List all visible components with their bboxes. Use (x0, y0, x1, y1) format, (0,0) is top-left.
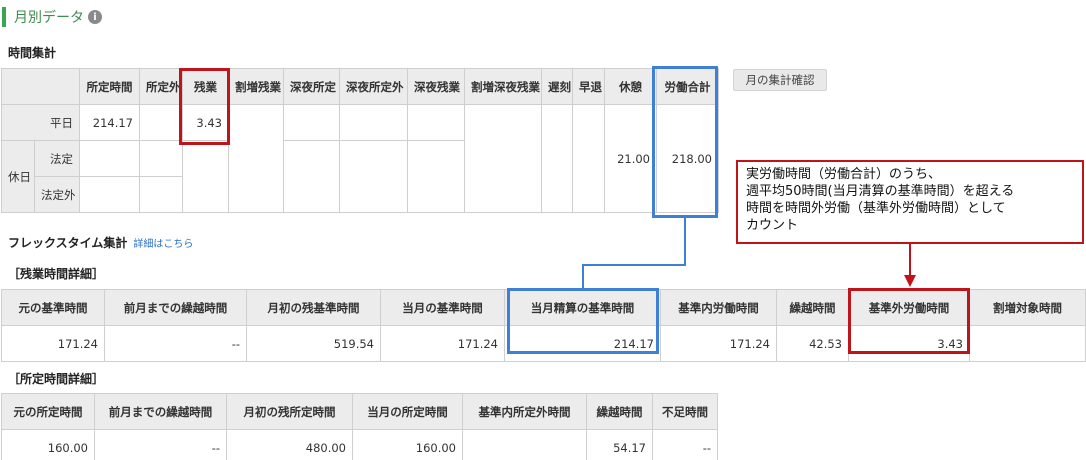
callout-line: カウント (746, 218, 799, 233)
monthly-summary-confirm-button[interactable]: 月の集計確認 (733, 69, 827, 91)
cell (79, 140, 140, 177)
col-header: 遅刻 (541, 68, 573, 105)
cell (572, 104, 605, 213)
table-cell: 160.00 (1, 429, 95, 460)
overtime-detail-heading: ［残業時間詳細］ (8, 267, 105, 281)
row-header-legal: 法定 (34, 140, 80, 177)
blue-connector-line (582, 218, 686, 288)
col-header: 繰越時間 (586, 393, 653, 430)
col-header: 早退 (572, 68, 605, 105)
col-header: 割増対象時間 (969, 289, 1086, 326)
time-summary-table: 所定時間 所定外 残業 割増残業 深夜所定 深夜所定外 深夜残業 割増深夜残業 … (1, 68, 719, 213)
cell (139, 176, 183, 213)
cell (228, 104, 284, 213)
cell (139, 104, 183, 141)
col-header: 基準内労働時間 (660, 289, 777, 326)
col-header: 元の基準時間 (1, 289, 105, 326)
section-title: 月別データ i (2, 6, 102, 28)
work-total: 218.00 (656, 104, 719, 213)
cell (182, 140, 229, 213)
cell (139, 140, 183, 177)
monthly-data-title: 月別データ (14, 10, 84, 26)
col-header: 割増残業 (228, 68, 284, 105)
col-header: 休憩 (604, 68, 657, 105)
header-corner (1, 68, 80, 105)
table-cell: -- (652, 429, 718, 460)
col-header: 基準内所定外時間 (462, 393, 587, 430)
col-header: 繰越時間 (776, 289, 849, 326)
col-header: 月初の残所定時間 (226, 393, 353, 430)
cell (407, 140, 465, 213)
callout-line: 実労働時間（労働合計）のうち、 (746, 167, 942, 182)
row-group-holiday: 休日 (1, 140, 35, 213)
table-cell: 214.17 (504, 325, 661, 362)
col-header: 当月精算の基準時間 (504, 289, 661, 326)
cell (339, 104, 408, 141)
weekday-scheduled: 214.17 (79, 104, 140, 141)
weekday-overtime: 3.43 (182, 104, 229, 141)
annotation-callout: 実労働時間（労働合計）のうち、 週平均50時間(当月清算の基準時間）を超える 時… (736, 160, 1084, 244)
table-cell: 54.17 (586, 429, 653, 460)
row-header-non-legal: 法定外 (34, 176, 80, 213)
table-cell: 42.53 (776, 325, 849, 362)
table-cell: -- (94, 429, 227, 460)
col-header: 所定時間 (79, 68, 140, 105)
table-cell: 3.43 (848, 325, 970, 362)
table-cell (969, 325, 1086, 362)
col-header: 深夜所定 (283, 68, 340, 105)
callout-line: 時間を時間外労働（基準外労働時間）として (746, 201, 1006, 216)
flex-time-title: フレックスタイム集計 (8, 236, 128, 250)
col-header: 残業 (182, 68, 229, 105)
col-header: 前月までの繰越時間 (94, 393, 227, 430)
table-cell (462, 429, 587, 460)
cell (79, 176, 140, 213)
col-header: 当月の基準時間 (380, 289, 505, 326)
overtime-detail-table: 元の基準時間 前月までの繰越時間 月初の残基準時間 当月の基準時間 当月精算の基… (1, 289, 1086, 362)
scheduled-detail-table: 元の所定時間 前月までの繰越時間 月初の残所定時間 当月の所定時間 基準内所定外… (1, 393, 718, 460)
details-link[interactable]: 詳細はこちら (133, 235, 193, 250)
table-cell: 171.24 (380, 325, 505, 362)
cell (407, 104, 465, 141)
cell (283, 140, 340, 213)
cell (339, 140, 408, 213)
time-summary-heading: 時間集計 (8, 46, 57, 60)
cell (464, 104, 542, 213)
scheduled-detail-heading: ［所定時間詳細］ (8, 372, 105, 386)
col-header: 当月の所定時間 (352, 393, 463, 430)
col-header: 前月までの繰越時間 (104, 289, 247, 326)
row-header-weekday: 平日 (1, 104, 80, 141)
section-accent-bar (2, 7, 6, 27)
col-header: 深夜所定外 (339, 68, 408, 105)
cell (283, 104, 340, 141)
col-header: 労働合計 (656, 68, 719, 105)
callout-line: 週平均50時間(当月清算の基準時間）を超える (746, 184, 1015, 199)
table-cell: 480.00 (226, 429, 353, 460)
table-cell: 171.24 (660, 325, 777, 362)
cell (541, 104, 573, 213)
col-header: 割増深夜残業 (464, 68, 542, 105)
table-cell: 519.54 (246, 325, 381, 362)
col-header: 月初の残基準時間 (246, 289, 381, 326)
table-cell: 171.24 (1, 325, 105, 362)
col-header: 不足時間 (652, 393, 718, 430)
red-arrow-head (904, 275, 916, 287)
col-header: 元の所定時間 (1, 393, 95, 430)
col-header: 深夜残業 (407, 68, 465, 105)
info-icon[interactable]: i (88, 10, 102, 24)
break-total: 21.00 (604, 104, 657, 213)
flex-time-heading: フレックスタイム集計 詳細はこちら (8, 234, 193, 251)
table-cell: 160.00 (352, 429, 463, 460)
table-cell: -- (104, 325, 247, 362)
col-header: 所定外 (139, 68, 183, 105)
col-header: 基準外労働時間 (848, 289, 970, 326)
